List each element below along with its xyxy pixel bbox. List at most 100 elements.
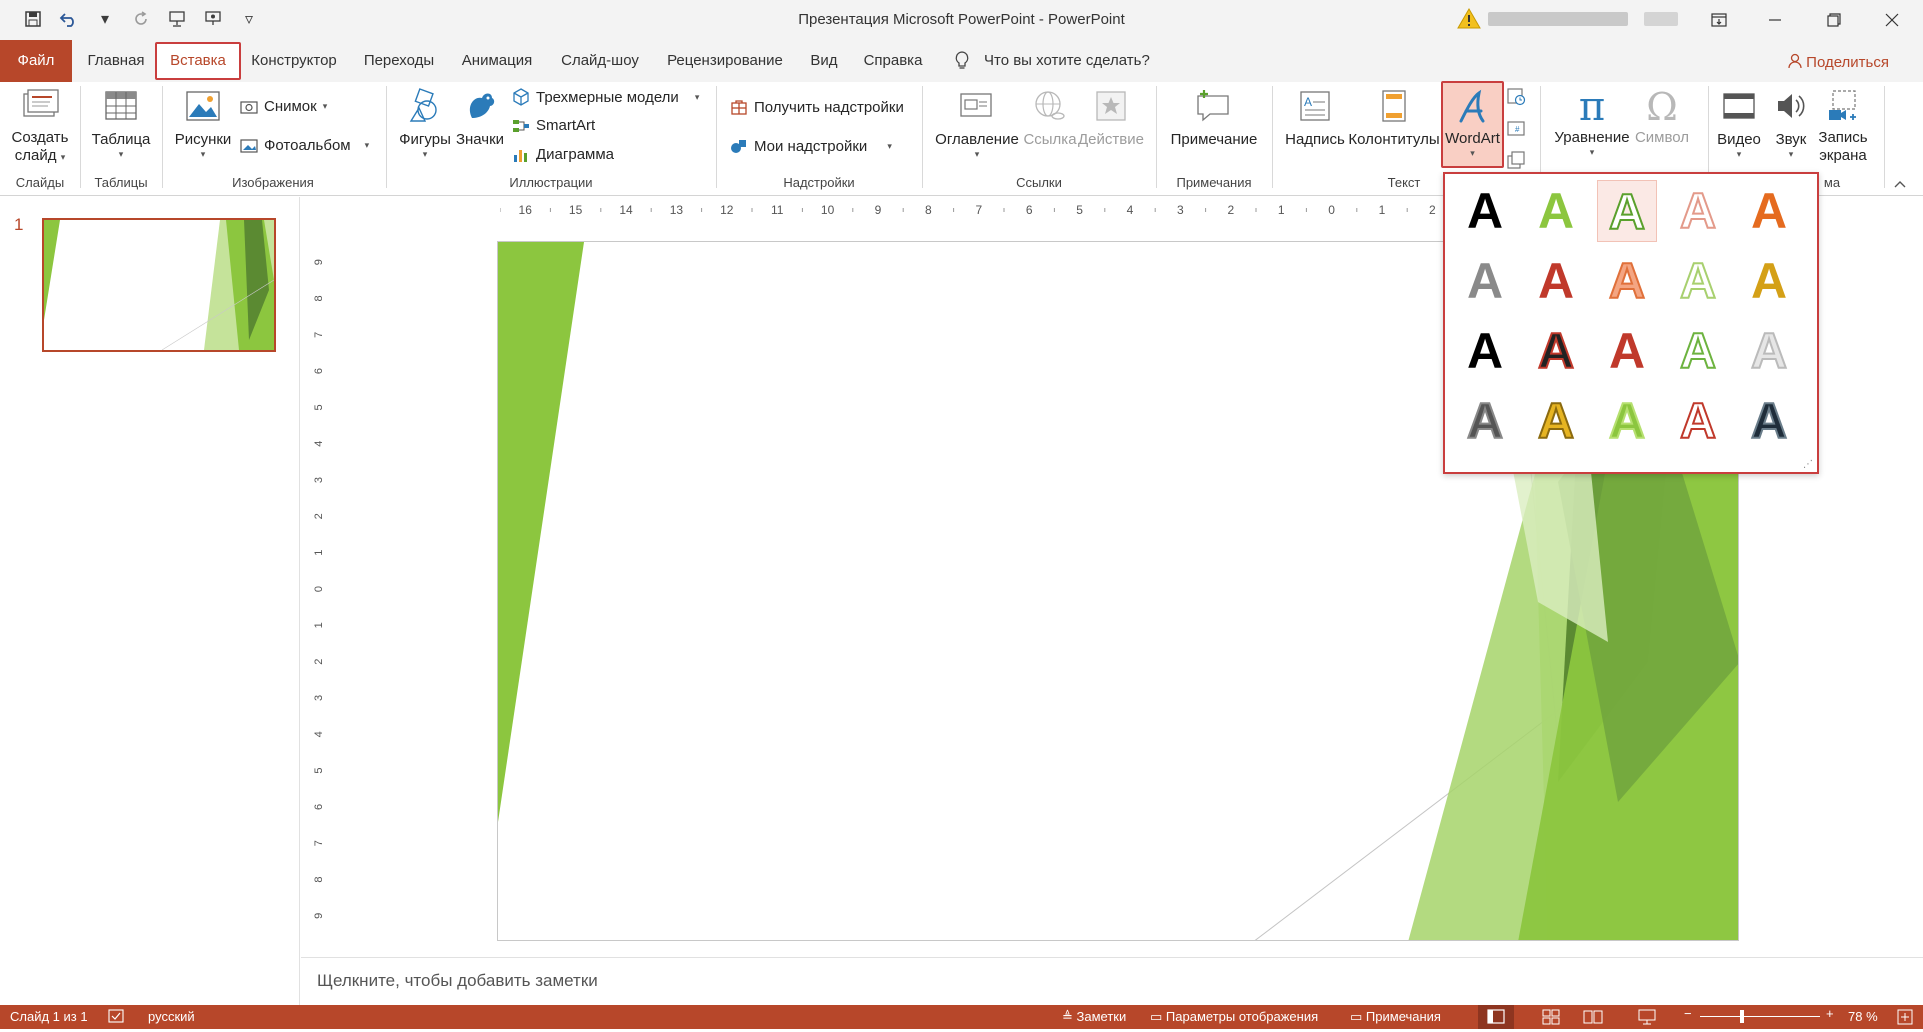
ruler-tick-label: 16 — [519, 203, 533, 217]
wordart-style-13[interactable]: A — [1597, 320, 1657, 382]
wordart-style-20[interactable]: A — [1739, 390, 1799, 452]
ruler-tick-label: 1 — [313, 622, 325, 628]
slideshow-button[interactable] — [1632, 1005, 1662, 1029]
vertical-ruler[interactable]: 9 8 7 6 5 4 3 2 1 0 1 2 3 4 5 6 7 8 9 — [311, 244, 325, 934]
zoom-level[interactable]: 78 % — [1848, 1009, 1878, 1024]
notes-toggle[interactable]: ≜ Заметки — [1062, 1009, 1126, 1025]
tab-design[interactable]: Конструктор — [246, 40, 342, 82]
table-icon — [105, 91, 137, 120]
wordart-style-19[interactable]: A — [1668, 390, 1728, 452]
wordart-style-10[interactable]: A — [1739, 250, 1799, 312]
video-button[interactable]: Видео ▾ — [1712, 88, 1766, 160]
wordart-style-18[interactable]: A — [1597, 390, 1657, 452]
display-settings-toggle[interactable]: ▭ Параметры отображения — [1150, 1009, 1318, 1025]
wordart-style-7[interactable]: A — [1526, 250, 1586, 312]
tab-view[interactable]: Вид — [804, 40, 844, 82]
lightbulb-icon[interactable] — [950, 40, 974, 82]
symbol-button[interactable]: Ω Символ — [1630, 88, 1694, 147]
wordart-style-8[interactable]: A — [1597, 250, 1657, 312]
comments-toggle[interactable]: ▭ Примечания — [1350, 1009, 1441, 1025]
screen-recording-button[interactable]: Запись экрана — [1814, 88, 1872, 165]
slide-number-icon[interactable]: # — [1506, 119, 1526, 139]
tell-me-search[interactable]: Что вы хотите сделать? — [984, 40, 1154, 82]
tab-file[interactable]: Файл — [0, 40, 72, 82]
shapes-button[interactable]: Фигуры ▾ — [394, 88, 456, 160]
wordart-style-11[interactable]: A — [1455, 320, 1515, 382]
wordart-style-2[interactable]: A — [1526, 180, 1586, 242]
zoom-slider-track[interactable] — [1700, 1016, 1820, 1017]
tab-review[interactable]: Рецензирование — [662, 40, 788, 82]
action-button[interactable]: Действие — [1076, 88, 1146, 149]
table-label: Таблица — [91, 131, 151, 148]
tab-slideshow[interactable]: Слайд-шоу — [553, 40, 647, 82]
tab-insert[interactable]: Вставка — [155, 42, 241, 80]
my-addins-button[interactable]: Мои надстройки ▾ — [730, 137, 892, 155]
tab-home[interactable]: Главная — [82, 40, 150, 82]
wordart-style-5[interactable]: A — [1739, 180, 1799, 242]
share-button[interactable]: Поделиться — [1788, 53, 1889, 73]
icons-button[interactable]: Значки — [454, 88, 506, 149]
table-button[interactable]: Таблица ▾ — [86, 88, 156, 160]
slide-thumbnail[interactable] — [42, 218, 276, 352]
wordart-style-16[interactable]: A — [1455, 390, 1515, 452]
new-slide-button[interactable]: Создать слайд ▾ — [6, 88, 74, 166]
chart-button[interactable]: Диаграмма — [512, 146, 614, 163]
wordart-style-14[interactable]: A — [1668, 320, 1728, 382]
zoom-out-button[interactable]: − — [1684, 1006, 1692, 1021]
audio-button[interactable]: Звук ▾ — [1766, 88, 1816, 160]
wordart-style-4[interactable]: A — [1668, 180, 1728, 242]
tab-help[interactable]: Справка — [858, 40, 928, 82]
wordart-button[interactable]: WordArt ▾ — [1441, 81, 1504, 168]
header-footer-button[interactable]: Колонтитулы — [1348, 88, 1440, 149]
get-addins-button[interactable]: Получить надстройки — [730, 98, 904, 116]
minimize-icon[interactable] — [1763, 8, 1787, 32]
wordart-style-3[interactable]: A — [1597, 180, 1657, 242]
date-time-icon[interactable] — [1506, 86, 1526, 106]
wordart-style-6[interactable]: A — [1455, 250, 1515, 312]
screenshot-button[interactable]: Снимок ▾ — [240, 98, 327, 115]
close-icon[interactable] — [1880, 8, 1904, 32]
shapes-icon — [409, 88, 437, 122]
smartart-button[interactable]: SmartArt — [512, 117, 595, 134]
slide-thumbnail-graphic — [44, 220, 274, 350]
ruler-tick-label: 2 — [313, 513, 325, 519]
wordart-style-17[interactable]: A — [1526, 390, 1586, 452]
ribbon-display-options-icon[interactable] — [1707, 8, 1731, 32]
textbox-button[interactable]: A Надпись — [1280, 88, 1350, 149]
slide-sorter-icon — [1542, 1009, 1560, 1025]
equation-button[interactable]: π Уравнение ▾ — [1548, 87, 1636, 158]
chart-label: Диаграмма — [536, 146, 615, 163]
resize-grip-icon[interactable]: ⋰ — [1803, 459, 1813, 470]
photo-album-label: Фотоальбом — [264, 137, 351, 154]
screen-recording-icon — [1829, 90, 1856, 120]
smartart-icon — [513, 119, 529, 132]
reading-view-button[interactable] — [1578, 1005, 1608, 1029]
warning-icon[interactable] — [1457, 7, 1481, 31]
wordart-style-9[interactable]: A — [1668, 250, 1728, 312]
comment-button[interactable]: Примечание — [1164, 88, 1264, 149]
ruler-tick-label: 9 — [313, 259, 325, 265]
zoom-slider-thumb[interactable] — [1740, 1010, 1744, 1023]
ruler-tick-label: 6 — [313, 368, 325, 374]
link-button[interactable]: Ссылка — [1022, 88, 1078, 149]
collapse-ribbon-icon[interactable] — [1893, 178, 1907, 192]
wordart-style-15[interactable]: A — [1739, 320, 1799, 382]
wordart-style-1[interactable]: A — [1455, 180, 1515, 242]
wordart-style-12[interactable]: A — [1526, 320, 1586, 382]
fit-to-window-button[interactable] — [1896, 1008, 1914, 1026]
zoom-in-button[interactable]: + — [1826, 1006, 1834, 1021]
3d-models-button[interactable]: Трехмерные модели ▾ — [512, 88, 699, 106]
restore-icon[interactable] — [1822, 8, 1846, 32]
normal-view-button[interactable] — [1478, 1005, 1514, 1029]
slide-sorter-button[interactable] — [1536, 1005, 1566, 1029]
tab-transitions[interactable]: Переходы — [358, 40, 440, 82]
action-label: Действие — [1078, 131, 1144, 148]
tab-animations[interactable]: Анимация — [455, 40, 539, 82]
notes-pane[interactable]: Щелкните, чтобы добавить заметки — [301, 957, 1923, 1005]
spellcheck-icon[interactable] — [108, 1009, 124, 1026]
language-indicator[interactable]: русский — [148, 1009, 195, 1024]
object-icon[interactable] — [1506, 150, 1526, 170]
pictures-button[interactable]: Рисунки ▾ — [170, 88, 236, 160]
photo-album-button[interactable]: Фотоальбом ▾ — [240, 137, 369, 154]
zoom-button[interactable]: Оглавление ▾ — [932, 88, 1022, 160]
